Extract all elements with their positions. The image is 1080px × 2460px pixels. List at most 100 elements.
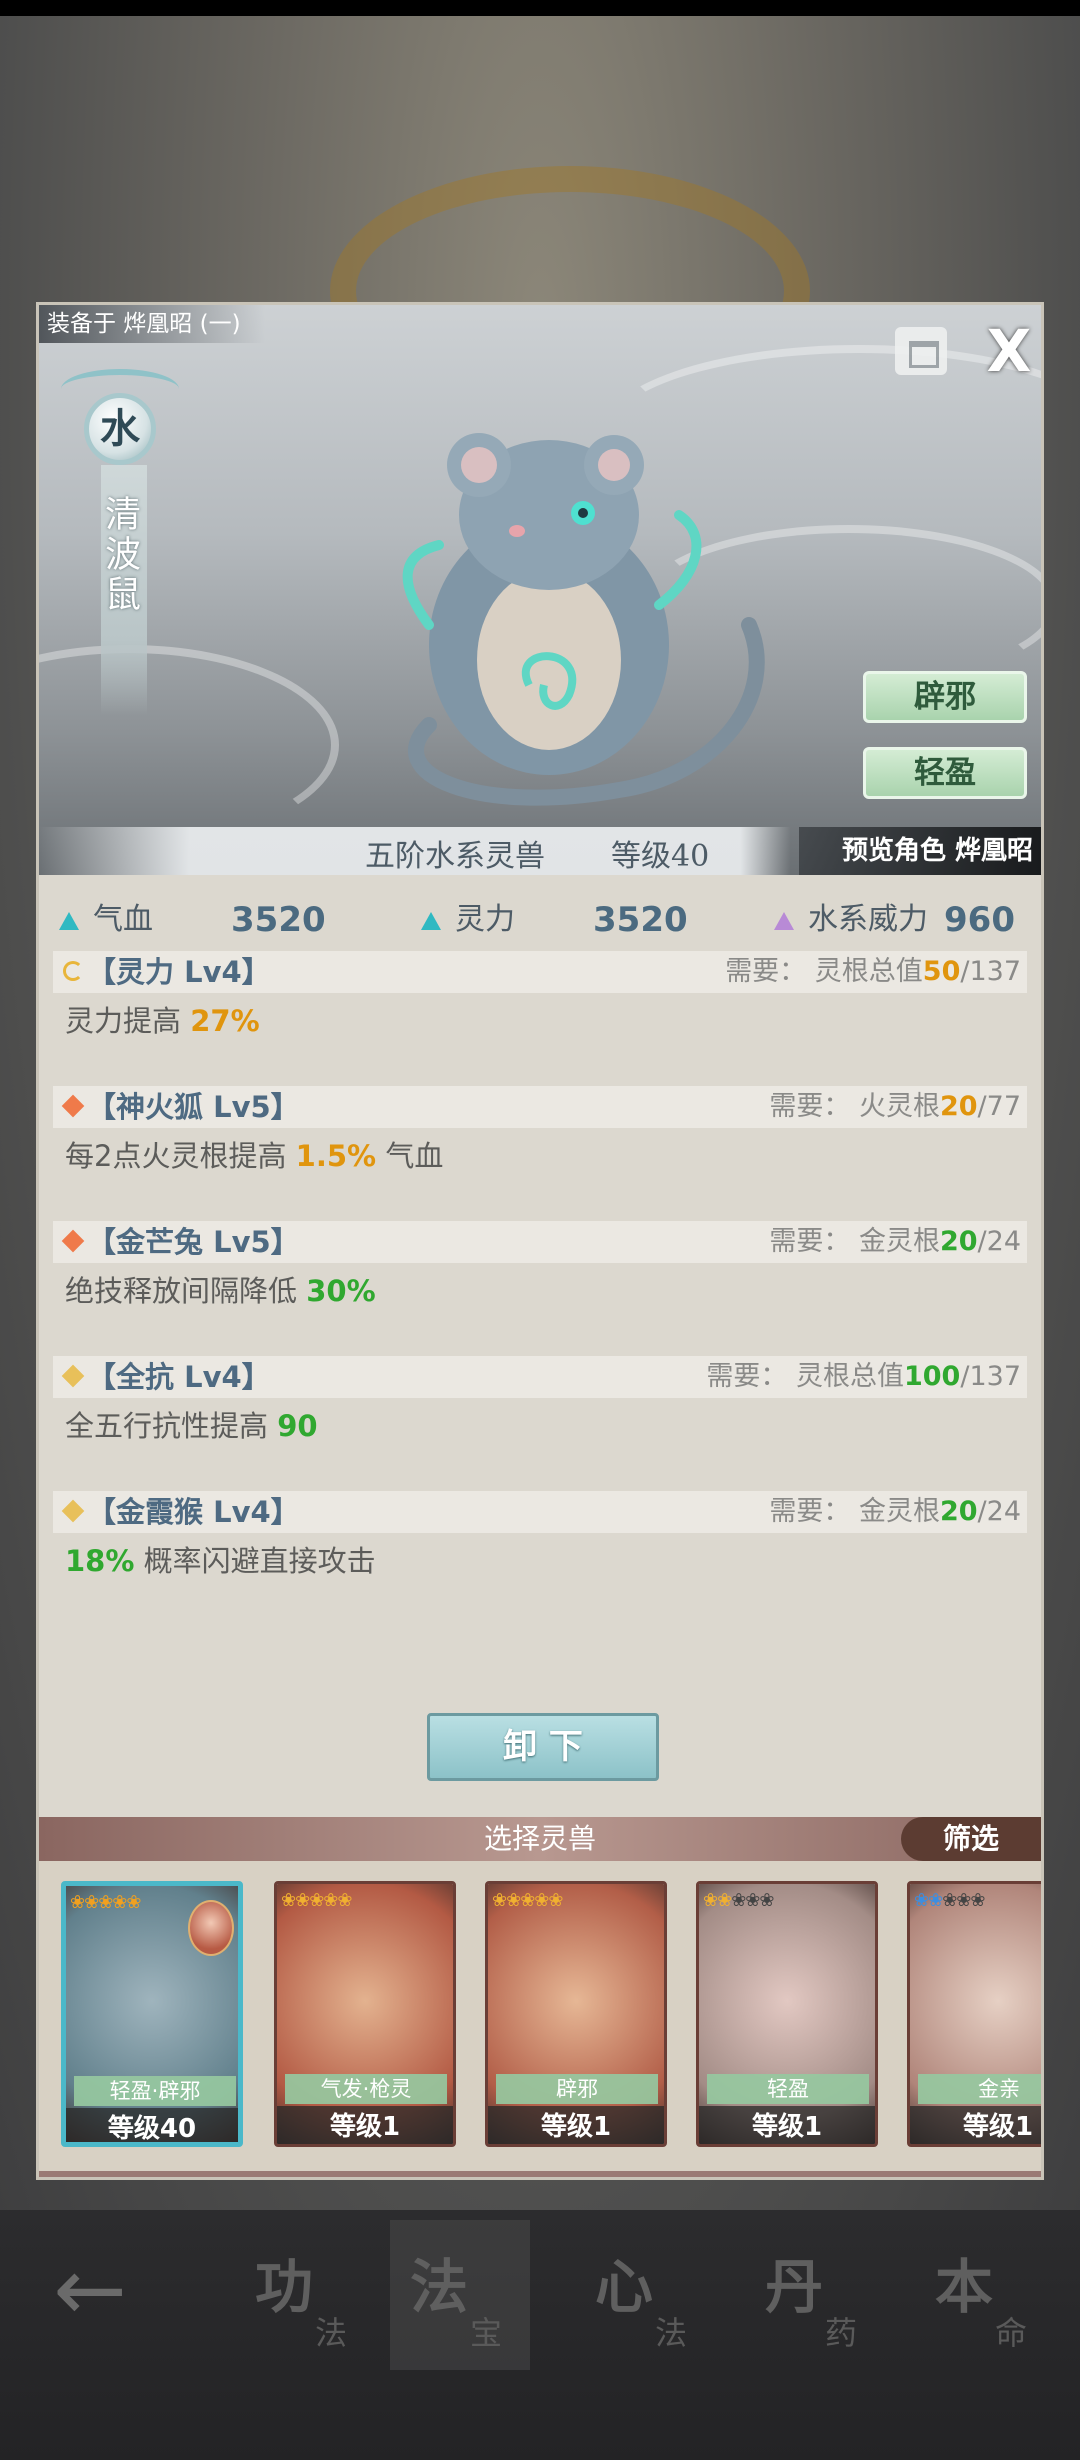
up-triangle-icon [421,911,441,930]
dialog-bottom-border [39,2171,1041,2177]
info-book-icon[interactable] [895,327,947,375]
passive-description: 每2点火灵根提高 1.5% 气血 [53,1128,1027,1184]
passive-skill: 【全抗 Lv4】 需要： 灵根总值100/137 全五行抗性提高 90 [53,1356,1027,1454]
desc-text: 每2点火灵根提高 [65,1139,296,1173]
stat-value: 3520 [231,900,326,940]
yellow-diamond-icon [61,1499,85,1523]
passive-requirement: 需要： 灵根总值100/137 [706,1356,1021,1398]
filter-button[interactable]: 筛选 [901,1817,1041,1861]
yellow-diamond-icon [61,1364,85,1388]
requirement-label: 需要： 金灵根 [769,1496,940,1527]
passive-description: 18% 概率闪避直接攻击 [53,1533,1027,1589]
requirement-total: /24 [977,1496,1021,1527]
beast-card-art [699,1884,875,2144]
status-bar [0,0,1080,16]
nav-tab-benming[interactable]: 本 命 [915,2220,1055,2370]
desc-text: 全五行抗性提高 [65,1409,278,1443]
beast-card[interactable]: ❀❀❀❀❀ 金亲 等级1 [907,1881,1041,2147]
nav-tab-big-char: 心 [595,2253,654,2321]
nav-tab-fabao[interactable]: 法 宝 [390,2220,530,2370]
passive-header: 【金霞猴 Lv4】 需要： 金灵根20/24 [53,1491,1027,1533]
beast-card-art [277,1884,453,2144]
nav-tab-small-char: 药 [825,2314,858,2352]
nav-tab-xinfa[interactable]: 心 法 [575,2220,715,2370]
unequip-button[interactable]: 卸 下 [427,1713,659,1781]
requirement-total: /137 [960,1361,1021,1392]
beast-summary-bar: 五阶水系灵兽 等级40 预览角色 烨凰昭 [39,827,1041,875]
beast-card[interactable]: ❀❀❀❀❀ 轻盈 等级1 [696,1881,878,2147]
nav-tab-gongfa[interactable]: 功 法 [235,2220,375,2370]
star-rating-icon: ❀❀❀❀❀ [914,1890,985,1911]
requirement-current: 50 [922,956,961,987]
passive-header: 【金芒兔 Lv5】 需要： 金灵根20/24 [53,1221,1027,1263]
close-icon[interactable]: X [983,321,1035,381]
requirement-label: 需要： 灵根总值 [706,1361,904,1392]
nav-tab-small-char: 宝 [470,2314,503,2352]
preview-role[interactable]: 预览角色 烨凰昭 [799,827,1041,875]
stat-water-power: 水系威力 960 [774,899,1015,941]
desc-text: 绝技释放间隔降低 [65,1274,307,1308]
requirement-label: 需要： 金灵根 [769,1226,940,1257]
beast-card-art [910,1884,1041,2144]
beast-card-skills: 轻盈 [707,2074,869,2104]
nav-tab-big-char: 功 [255,2253,314,2321]
passive-skill: 【金霞猴 Lv4】 需要： 金灵根20/24 18% 概率闪避直接攻击 [53,1491,1027,1589]
requirement-total: /77 [977,1091,1021,1122]
passive-requirement: 需要： 火灵根20/77 [769,1086,1021,1128]
stat-spirit: 灵力 3520 [421,899,688,941]
beast-hero-panel: 装备于 烨凰昭 (一) X 水 清波鼠 辟邪 轻盈 五阶水系灵兽 等级40 预览… [39,305,1041,875]
desc-value: 18% [65,1544,135,1578]
stat-hp: 气血 3520 [59,899,326,941]
beast-card[interactable]: ❀❀❀❀❀ 轻盈·辟邪 等级40 [61,1881,243,2147]
orange-diamond-icon [61,1094,85,1118]
requirement-total: /137 [960,956,1021,987]
stat-label: 灵力 [455,902,515,937]
requirement-current: 20 [939,1496,978,1527]
beast-level: 等级40 [611,839,710,874]
requirement-current: 100 [903,1361,961,1392]
beast-card-level: 等级1 [910,2106,1041,2144]
beast-card-level: 等级1 [699,2106,875,2144]
requirement-total: /24 [977,1226,1021,1257]
nav-tab-danyao[interactable]: 丹 药 [745,2220,885,2370]
stat-label: 水系威力 [808,902,928,937]
up-triangle-icon [774,911,794,930]
skill-qingying-button[interactable]: 轻盈 [863,747,1027,799]
water-rat-illustration [402,433,765,806]
nav-tab-small-char: 命 [995,2314,1028,2352]
spirit-beast-dialog: 装备于 烨凰昭 (一) X 水 清波鼠 辟邪 轻盈 五阶水系灵兽 等级40 预览… [36,302,1044,2180]
cloud-decoration [39,645,339,845]
orange-diamond-icon [61,1229,85,1253]
desc-value: 30% [306,1274,376,1308]
stat-label: 气血 [93,902,153,937]
beast-card[interactable]: ❀❀❀❀❀ 气发·枪灵 等级1 [274,1881,456,2147]
passive-requirement: 需要： 灵根总值50/137 [725,951,1021,993]
back-arrow-icon[interactable]: ← [40,2240,140,2340]
beast-grade: 五阶水系灵兽 [365,839,545,874]
desc-value: 90 [277,1409,318,1443]
passive-title: 【金霞猴 Lv4】 [87,1495,300,1529]
star-rating-icon: ❀❀❀❀❀ [70,1892,141,1913]
star-rating-icon: ❀❀❀❀❀ [281,1890,352,1911]
beast-card-level: 等级1 [277,2106,453,2144]
nav-tab-big-char: 法 [410,2253,469,2321]
requirement-current: 20 [939,1091,978,1122]
passive-description: 绝技释放间隔降低 30% [53,1263,1027,1319]
passive-skill: 【灵力 Lv4】 需要： 灵根总值50/137 灵力提高 27% [53,951,1027,1049]
beast-card-level: 等级1 [488,2106,664,2144]
desc-value: 27% [190,1004,260,1038]
requirement-current: 20 [939,1226,978,1257]
desc-text: 气血 [376,1139,444,1173]
up-triangle-icon [59,911,79,930]
beast-card[interactable]: ❀❀❀❀❀ 辟邪 等级1 [485,1881,667,2147]
beast-card-skills: 金亲 [918,2074,1041,2104]
requirement-label: 需要： 火灵根 [769,1091,940,1122]
beast-card-skills: 辟邪 [496,2074,658,2104]
requirement-label: 需要： 灵根总值 [725,956,923,987]
beast-name: 清波鼠 [99,495,140,615]
nav-tab-small-char: 法 [315,2314,348,2352]
desc-text: 概率闪避直接攻击 [134,1544,376,1578]
beast-selection-list[interactable]: ❀❀❀❀❀ 轻盈·辟邪 等级40 ❀❀❀❀❀ 气发·枪灵 等级1 ❀❀❀❀❀ 辟邪 等级1 ❀❀❀… [39,1861,1041,2177]
skill-bixie-button[interactable]: 辟邪 [863,671,1027,723]
select-beast-header: 选择灵兽 [39,1817,1041,1861]
